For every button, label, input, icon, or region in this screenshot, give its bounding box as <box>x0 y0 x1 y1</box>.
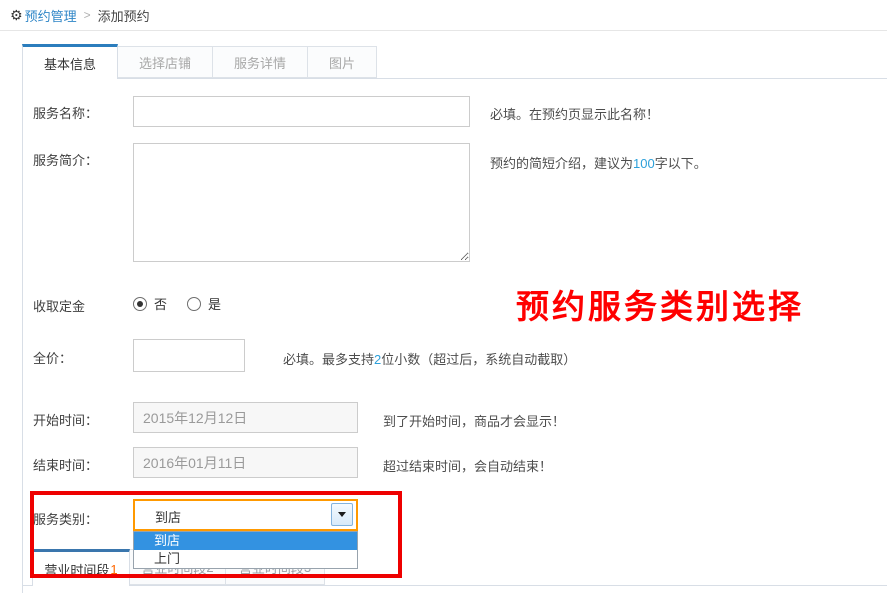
deposit-radio-no-label[interactable]: 否 <box>154 294 167 313</box>
tab-business-hours-1-label: 营业时间段 <box>44 560 109 579</box>
deposit-radio-group: 否 是 <box>133 294 241 313</box>
deposit-radio-no[interactable] <box>133 297 147 311</box>
service-intro-label: 服务简介： <box>33 150 98 169</box>
annotation-highlight-text: 预约服务类别选择 <box>516 280 804 328</box>
service-name-label: 服务名称： <box>33 103 98 122</box>
start-time-input[interactable] <box>133 402 358 433</box>
category-option-daodian[interactable]: 到店 <box>134 532 357 550</box>
service-intro-textarea[interactable] <box>133 143 470 262</box>
tab-select-store[interactable]: 选择店铺 <box>118 46 213 78</box>
tab-images[interactable]: 图片 <box>308 46 377 78</box>
start-time-hint: 到了开始时间，商品才会显示！ <box>383 411 565 430</box>
tab-business-hours-1-num: 1 <box>110 562 117 577</box>
breadcrumb: ⚙ 预约管理 > 添加预约 <box>0 0 887 31</box>
bottom-section-border <box>23 585 887 586</box>
service-category-label: 服务类别： <box>33 509 98 528</box>
service-category-selected-value: 到店 <box>155 507 181 526</box>
panel-left-border <box>22 78 23 593</box>
deposit-radio-yes-label[interactable]: 是 <box>208 294 221 313</box>
end-time-hint: 超过结束时间，会自动结束！ <box>383 456 552 475</box>
service-category-dropdown-button[interactable] <box>331 503 353 526</box>
service-category-select[interactable]: 到店 <box>133 499 358 531</box>
deposit-radio-yes[interactable] <box>187 297 201 311</box>
tab-basic-info[interactable]: 基本信息 <box>22 44 118 79</box>
end-time-input[interactable] <box>133 447 358 478</box>
service-category-option-list: 到店 上门 <box>133 531 358 569</box>
breadcrumb-separator: > <box>84 8 91 22</box>
tab-service-detail[interactable]: 服务详情 <box>213 46 308 78</box>
deposit-label: 收取定金 <box>33 296 85 315</box>
category-option-shangmen[interactable]: 上门 <box>134 550 357 568</box>
add-appointment-page: ⚙ 预约管理 > 添加预约 基本信息 选择店铺 服务详情 图片 服务名称： 必填… <box>0 0 887 593</box>
breadcrumb-section-link[interactable]: 预约管理 <box>25 6 77 25</box>
service-name-input[interactable] <box>133 96 470 127</box>
full-price-input[interactable] <box>133 339 245 372</box>
full-price-hint: 必填。最多支持2位小数（超过后，系统自动截取） <box>283 349 576 368</box>
full-price-label: 全价： <box>33 348 72 367</box>
end-time-label: 结束时间： <box>33 455 98 474</box>
gear-icon: ⚙ <box>10 7 23 24</box>
chevron-down-icon <box>338 512 346 517</box>
service-name-hint: 必填。在预约页显示此名称！ <box>490 104 659 123</box>
service-intro-hint: 预约的简短介绍，建议为100字以下。 <box>490 153 707 172</box>
start-time-label: 开始时间： <box>33 410 98 429</box>
tab-business-hours-1[interactable]: 营业时间段1 <box>32 549 130 586</box>
breadcrumb-current-page: 添加预约 <box>98 6 150 25</box>
main-tab-bar: 基本信息 选择店铺 服务详情 图片 <box>22 44 377 79</box>
